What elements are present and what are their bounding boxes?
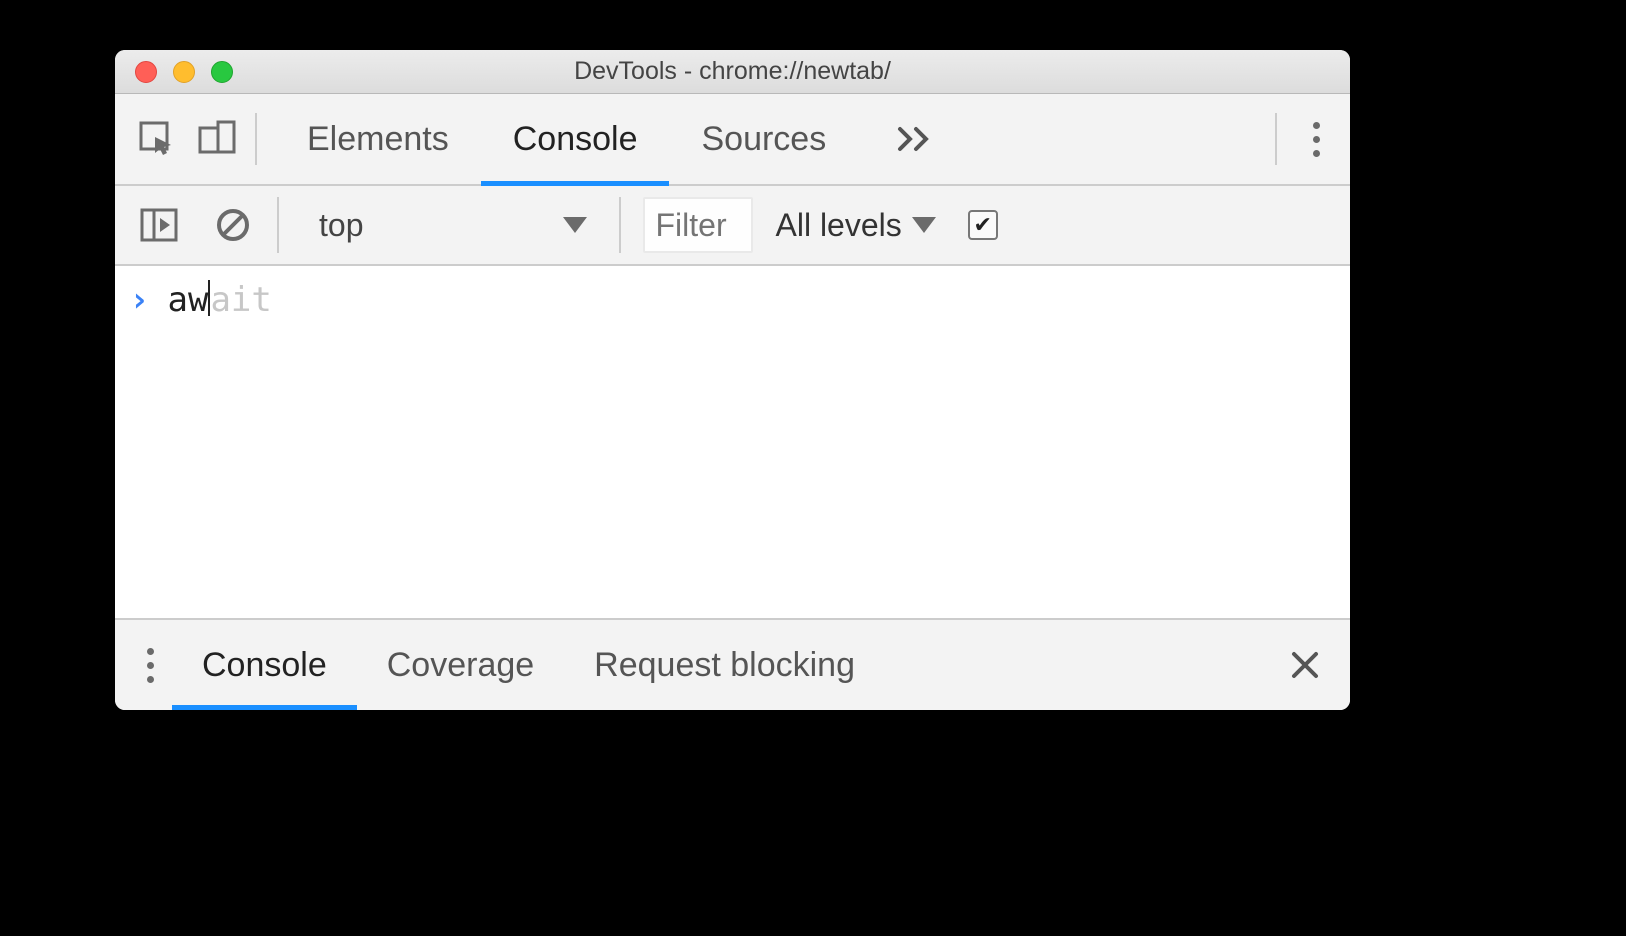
checkmark-icon: ✔ xyxy=(974,214,992,236)
console-input-typed: aw xyxy=(167,280,208,320)
chevron-down-icon xyxy=(912,217,936,233)
tab-console[interactable]: Console xyxy=(481,94,670,184)
context-select-wrap: top xyxy=(277,197,605,253)
drawer-kebab-icon[interactable] xyxy=(129,648,172,683)
divider xyxy=(255,113,257,165)
tab-elements[interactable]: Elements xyxy=(275,94,481,184)
levels-label: All levels xyxy=(775,207,901,244)
console-prompt-line[interactable]: › await xyxy=(115,266,1350,334)
device-toolbar-icon[interactable] xyxy=(187,109,247,169)
group-similar-checkbox[interactable]: ✔ xyxy=(968,210,998,240)
devtools-window: DevTools - chrome://newtab/ Elements Con… xyxy=(115,50,1350,710)
console-body[interactable]: › await xyxy=(115,266,1350,618)
inspect-element-icon[interactable] xyxy=(127,109,187,169)
chevron-down-icon xyxy=(563,217,587,233)
divider xyxy=(1275,113,1277,165)
drawer-tab-coverage[interactable]: Coverage xyxy=(357,620,564,710)
close-drawer-icon[interactable] xyxy=(1274,650,1336,680)
drawer: Console Coverage Request blocking xyxy=(115,618,1350,710)
main-tabs: Elements Console Sources xyxy=(275,94,858,184)
console-toolbar: top All levels ✔ xyxy=(115,186,1350,266)
traffic-lights xyxy=(115,61,233,83)
toggle-sidebar-icon[interactable] xyxy=(129,195,189,255)
close-window-button[interactable] xyxy=(135,61,157,83)
drawer-tabs: Console Coverage Request blocking xyxy=(172,620,885,710)
drawer-tab-request-blocking[interactable]: Request blocking xyxy=(564,620,885,710)
clear-console-icon[interactable] xyxy=(203,195,263,255)
minimize-window-button[interactable] xyxy=(173,61,195,83)
settings-kebab-icon[interactable] xyxy=(1295,122,1338,157)
titlebar: DevTools - chrome://newtab/ xyxy=(115,50,1350,94)
log-levels-select[interactable]: All levels xyxy=(767,207,935,244)
prompt-chevron-icon: › xyxy=(129,280,149,320)
more-tabs-icon[interactable] xyxy=(886,109,946,169)
filter-wrap xyxy=(619,197,753,253)
main-tabbar: Elements Console Sources xyxy=(115,94,1350,186)
execution-context-select[interactable]: top xyxy=(301,195,605,255)
tab-sources[interactable]: Sources xyxy=(669,94,858,184)
window-title: DevTools - chrome://newtab/ xyxy=(115,57,1350,86)
drawer-tab-console[interactable]: Console xyxy=(172,620,357,710)
filter-input[interactable] xyxy=(643,197,753,253)
zoom-window-button[interactable] xyxy=(211,61,233,83)
context-label: top xyxy=(319,207,363,244)
console-autocomplete-suggestion: ait xyxy=(210,280,271,320)
